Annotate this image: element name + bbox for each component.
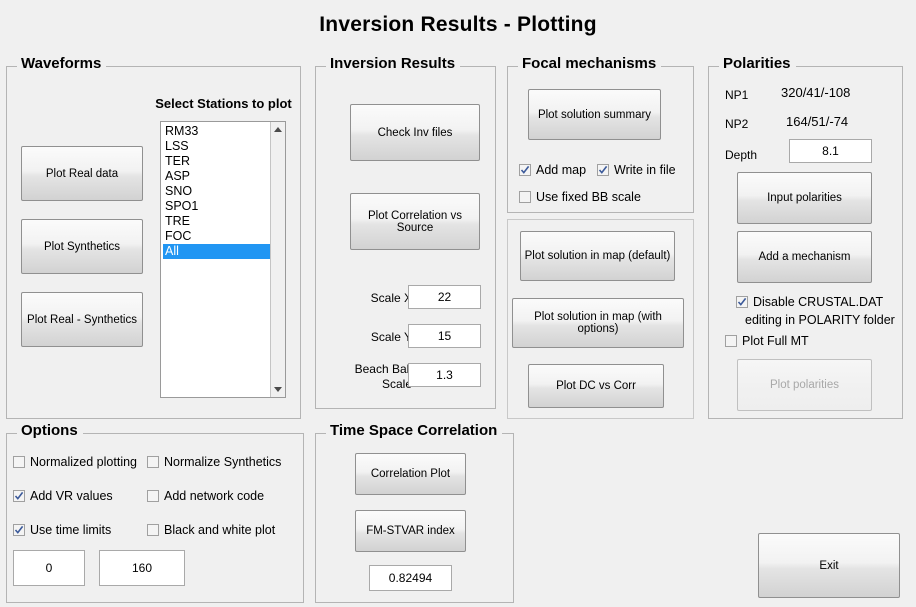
plot-correlation-vs-source-button[interactable]: Plot Correlation vs Source: [350, 193, 480, 250]
time-limit-min-field[interactable]: 0: [13, 550, 85, 586]
np1-label: NP1: [725, 88, 749, 102]
checkbox-black-and-white-plot[interactable]: Black and white plot: [147, 523, 275, 537]
disable-crustal-dat-label-line2: editing in POLARITY folder: [745, 313, 895, 327]
checkbox-use-fixed-bb-scale[interactable]: Use fixed BB scale: [519, 190, 641, 204]
checkbox-box: [13, 524, 25, 536]
checkbox-label: Use time limits: [30, 523, 112, 537]
checkbox-add-vr-values[interactable]: Add VR values: [13, 489, 113, 503]
scale-y-label: Scale Y: [370, 330, 412, 344]
checkbox-box: [519, 191, 531, 203]
list-item[interactable]: RM33: [163, 124, 271, 139]
plot-solution-in-map-default-button[interactable]: Plot solution in map (default): [520, 231, 675, 281]
fm-stvar-index-field[interactable]: 0.82494: [369, 565, 452, 591]
panel-polarities: Polarities NP1 320/41/-108 NP2 164/51/-7…: [708, 56, 903, 419]
check-inv-files-button[interactable]: Check Inv files: [350, 104, 480, 161]
plot-real-minus-synthetics-button[interactable]: Plot Real - Synthetics: [21, 292, 143, 347]
plot-synthetics-button[interactable]: Plot Synthetics: [21, 219, 143, 274]
np2-label: NP2: [725, 117, 749, 131]
beach-ball-scale-field[interactable]: 1.3: [408, 363, 481, 387]
checkbox-label: Use fixed BB scale: [536, 190, 641, 204]
checkbox-plot-full-mt[interactable]: Plot Full MT: [725, 334, 809, 348]
select-stations-label: Select Stations to plot: [155, 96, 292, 111]
panel-options: Options Normalized plotting Normalize Sy…: [6, 423, 304, 603]
time-limit-max-field[interactable]: 160: [99, 550, 185, 586]
triangle-down-icon[interactable]: [271, 383, 284, 396]
station-list-area[interactable]: RM33 LSS TER ASP SNO SPO1 TRE FOC All: [161, 122, 271, 397]
checkbox-label: Normalize Synthetics: [164, 455, 282, 469]
panel-options-title: Options: [17, 423, 83, 439]
scale-y-field[interactable]: 15: [408, 324, 481, 348]
panel-time-space-correlation-title: Time Space Correlation: [326, 423, 503, 439]
depth-field[interactable]: 8.1: [789, 139, 872, 163]
checkbox-label: Plot Full MT: [742, 334, 809, 348]
checkbox-box: [725, 335, 737, 347]
station-listbox[interactable]: RM33 LSS TER ASP SNO SPO1 TRE FOC All: [160, 121, 286, 398]
correlation-plot-button[interactable]: Correlation Plot: [355, 453, 466, 495]
depth-label: Depth: [725, 148, 758, 162]
checkbox-box: [736, 296, 748, 308]
list-item[interactable]: SNO: [163, 184, 271, 199]
triangle-up-icon[interactable]: [271, 123, 284, 136]
panel-waveforms-title: Waveforms: [17, 56, 107, 72]
list-item[interactable]: TER: [163, 154, 271, 169]
checkbox-box: [13, 490, 25, 502]
add-a-mechanism-button[interactable]: Add a mechanism: [737, 231, 872, 283]
plot-real-data-button[interactable]: Plot Real data: [21, 146, 143, 201]
checkbox-label: Normalized plotting: [30, 455, 137, 469]
checkbox-box: [147, 524, 159, 536]
checkbox-normalized-plotting[interactable]: Normalized plotting: [13, 455, 137, 469]
checkbox-box: [147, 490, 159, 502]
scale-x-field[interactable]: 22: [408, 285, 481, 309]
checkbox-label: Disable CRUSTAL.DAT: [753, 295, 884, 309]
plot-dc-vs-corr-button[interactable]: Plot DC vs Corr: [528, 364, 664, 408]
np1-value: 320/41/-108: [781, 85, 851, 100]
list-item[interactable]: FOC: [163, 229, 271, 244]
scale-x-label: Scale X: [370, 291, 412, 305]
checkbox-add-network-code[interactable]: Add network code: [147, 489, 264, 503]
list-item[interactable]: LSS: [163, 139, 271, 154]
panel-inversion-results: Inversion Results Check Inv files Plot C…: [315, 56, 496, 409]
list-item[interactable]: TRE: [163, 214, 271, 229]
input-polarities-button[interactable]: Input polarities: [737, 172, 872, 224]
panel-inversion-results-title: Inversion Results: [326, 56, 461, 72]
checkbox-box: [519, 164, 531, 176]
beach-ball-scale-label-line2: Scale: [381, 377, 412, 391]
exit-button[interactable]: Exit: [758, 533, 900, 598]
page-title: Inversion Results - Plotting: [319, 13, 597, 36]
panel-polarities-title: Polarities: [719, 56, 796, 72]
checkbox-use-time-limits[interactable]: Use time limits: [13, 523, 111, 537]
fm-stvar-index-button[interactable]: FM-STVAR index: [355, 510, 466, 552]
panel-focal-mechanisms: Focal mechanisms Plot solution summary A…: [507, 56, 694, 213]
panel-time-space-correlation: Time Space Correlation Correlation Plot …: [315, 423, 514, 603]
checkbox-label: Add map: [536, 163, 587, 177]
checkbox-box: [147, 456, 159, 468]
checkbox-disable-crustal-dat[interactable]: Disable CRUSTAL.DAT: [736, 295, 883, 309]
checkbox-label: Black and white plot: [164, 523, 276, 537]
checkbox-label: Add VR values: [30, 489, 113, 503]
station-list-scrollbar[interactable]: [270, 122, 285, 397]
plot-solution-summary-button[interactable]: Plot solution summary: [528, 89, 661, 140]
panel-focal-mechanisms-title: Focal mechanisms: [518, 56, 662, 72]
list-item-selected[interactable]: All: [163, 244, 271, 259]
list-item[interactable]: ASP: [163, 169, 271, 184]
checkbox-box: [13, 456, 25, 468]
np2-value: 164/51/-74: [786, 114, 849, 129]
checkbox-label: Write in file: [614, 163, 676, 177]
checkbox-label: Add network code: [164, 489, 265, 503]
checkbox-write-in-file[interactable]: Write in file: [597, 163, 676, 177]
checkbox-normalize-synthetics[interactable]: Normalize Synthetics: [147, 455, 281, 469]
list-item[interactable]: SPO1: [163, 199, 271, 214]
checkbox-box: [597, 164, 609, 176]
panel-waveforms: Waveforms Plot Real data Plot Synthetics…: [6, 56, 301, 419]
plot-polarities-button[interactable]: Plot polarities: [737, 359, 872, 411]
panel-focal-mechanisms-plots: Plot solution in map (default) Plot solu…: [507, 219, 694, 419]
beach-ball-scale-label-line1: Beach Ball: [354, 362, 412, 376]
checkbox-add-map[interactable]: Add map: [519, 163, 586, 177]
plot-solution-in-map-options-button[interactable]: Plot solution in map (with options): [512, 298, 684, 348]
